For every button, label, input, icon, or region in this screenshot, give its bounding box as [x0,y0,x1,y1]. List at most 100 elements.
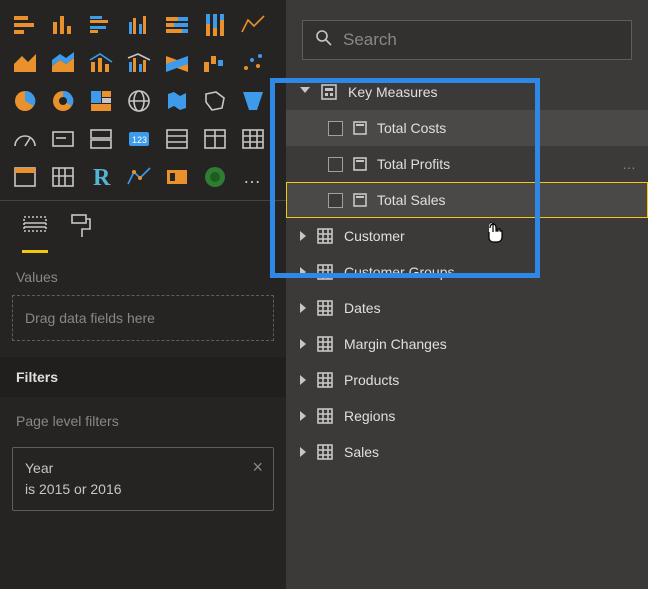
matrix-viz-icon[interactable] [46,160,80,194]
stacked-bar-chart-icon[interactable] [8,8,42,42]
stacked-bar-100-chart-icon[interactable] [160,8,194,42]
field-total-sales[interactable]: Total Sales [286,182,648,218]
caret-right-icon [300,231,306,241]
search-input[interactable]: Search [302,20,632,60]
table-icon [316,407,334,425]
filter-field-name: Year [25,458,261,479]
pane-tabs [0,200,286,253]
table-customer-groups[interactable]: Customer Groups [286,254,648,290]
waterfall-chart-icon[interactable] [198,46,232,80]
line-clustered-column-chart-icon[interactable] [122,46,156,80]
table-key-measures[interactable]: Key Measures [286,74,648,110]
visualizations-pane: 123 R … Values Drag data fields here Fil… [0,0,286,589]
svg-text:R: R [93,165,111,190]
table-margin-changes[interactable]: Margin Changes [286,326,648,362]
key-influencers-icon[interactable] [160,160,194,194]
clustered-bar-chart-icon[interactable] [84,8,118,42]
line-chart-icon[interactable] [236,8,270,42]
arcgis-map-icon[interactable] [198,160,232,194]
line-stacked-column-chart-icon[interactable] [84,46,118,80]
stacked-column-100-chart-icon[interactable] [198,8,232,42]
format-tab[interactable] [70,213,92,253]
field-checkbox[interactable] [328,193,343,208]
filter-summary: is 2015 or 2016 [25,479,261,500]
table-regions[interactable]: Regions [286,398,648,434]
paint-roller-icon [70,213,92,239]
search-placeholder: Search [343,30,397,50]
table-sales[interactable]: Sales [286,434,648,470]
page-level-filters-label: Page level filters [0,397,286,439]
caret-right-icon [300,267,306,277]
table-icon [316,371,334,389]
caret-down-icon [300,87,310,98]
field-total-costs[interactable]: Total Costs [286,110,648,146]
field-checkbox[interactable] [328,121,343,136]
stacked-area-chart-icon[interactable] [46,46,80,80]
ribbon-chart-icon[interactable] [160,46,194,80]
table-label: Key Measures [348,84,437,100]
card-icon[interactable] [46,122,80,156]
measure-icon [353,121,367,135]
multi-row-card-icon[interactable] [84,122,118,156]
more-visuals-icon[interactable]: … [236,160,270,194]
fields-tab-icon [22,213,48,235]
fields-tree: Key Measures Total Costs Total Profits …… [286,74,648,470]
field-checkbox[interactable] [328,157,343,172]
table-products[interactable]: Products [286,362,648,398]
field-label: Total Costs [377,120,446,136]
table-customer[interactable]: Customer [286,218,648,254]
table-icon [316,443,334,461]
field-more-icon[interactable]: … [622,156,638,172]
values-drop-zone[interactable]: Drag data fields here [12,295,274,341]
slicer-icon[interactable] [160,122,194,156]
table-icon[interactable] [198,122,232,156]
filters-header: Filters [0,357,286,397]
values-label: Values [0,253,286,295]
field-total-profits[interactable]: Total Profits … [286,146,648,182]
caret-right-icon [300,375,306,385]
fields-pane: Search Key Measures Total Costs Total Pr… [286,0,648,589]
stacked-column-chart-icon[interactable] [46,8,80,42]
measure-icon [353,193,367,207]
table-icon [316,263,334,281]
table-viz-icon[interactable] [8,160,42,194]
table-icon [316,227,334,245]
shape-map-icon[interactable] [198,84,232,118]
fields-tab[interactable] [22,213,48,253]
table-label: Customer [344,228,405,244]
treemap-icon[interactable] [84,84,118,118]
table-dates[interactable]: Dates [286,290,648,326]
table-label: Sales [344,444,379,460]
table-label: Regions [344,408,395,424]
scatter-chart-icon[interactable] [236,46,270,80]
table-icon [316,335,334,353]
gauge-icon[interactable] [8,122,42,156]
field-label: Total Sales [377,192,445,208]
donut-chart-icon[interactable] [46,84,80,118]
pie-chart-icon[interactable] [8,84,42,118]
caret-right-icon [300,339,306,349]
measure-icon [353,157,367,171]
table-icon [316,299,334,317]
table-label: Customer Groups [344,264,454,280]
filter-card-year[interactable]: × Year is 2015 or 2016 [12,447,274,511]
caret-right-icon [300,447,306,457]
table-label: Margin Changes [344,336,447,352]
table-label: Dates [344,300,381,316]
svg-text:123: 123 [132,135,147,145]
visualization-palette: 123 R … [0,0,286,200]
funnel-chart-icon[interactable] [236,84,270,118]
map-icon[interactable] [122,84,156,118]
clustered-column-chart-icon[interactable] [122,8,156,42]
filled-map-icon[interactable] [160,84,194,118]
r-visual-icon[interactable]: R [84,160,118,194]
kpi-icon[interactable]: 123 [122,122,156,156]
remove-filter-icon[interactable]: × [252,454,263,481]
caret-right-icon [300,411,306,421]
caret-right-icon [300,303,306,313]
matrix-icon[interactable] [236,122,270,156]
area-chart-icon[interactable] [8,46,42,80]
measure-table-icon [320,83,338,101]
python-visual-icon[interactable] [122,160,156,194]
table-label: Products [344,372,399,388]
